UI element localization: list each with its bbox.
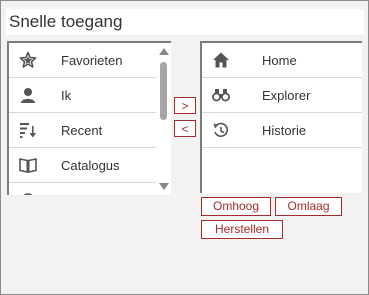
person-icon — [21, 88, 35, 103]
scroll-thumb[interactable] — [160, 62, 167, 120]
list-item-recent[interactable]: Recent — [9, 113, 156, 148]
history-icon — [213, 122, 228, 137]
list-item-favorieten[interactable]: Favorieten — [9, 43, 156, 78]
panel-title: Snelle toegang — [6, 9, 364, 35]
move-up-button[interactable]: Omhoog — [201, 197, 271, 216]
binoculars-icon — [212, 89, 230, 102]
list-item-label: Favorieten — [61, 52, 123, 68]
selected-list[interactable]: Home Explorer Historie — [200, 41, 362, 193]
list-item-home[interactable]: Home — [202, 43, 362, 78]
list-item-catalogus[interactable]: Catalogus — [9, 148, 156, 183]
quick-access-panel: Snelle toegang Favorieten Ik Recent Cata… — [0, 0, 369, 295]
scroll-down-arrow-icon[interactable] — [159, 183, 169, 190]
available-list-scrollbar[interactable] — [156, 43, 171, 195]
list-item-historie[interactable]: Historie — [202, 113, 362, 148]
list-item-label: Catalogus — [61, 157, 120, 173]
list-item-label: Explorer — [262, 87, 311, 103]
book-icon — [19, 158, 37, 173]
home-icon — [213, 52, 229, 68]
move-right-button[interactable]: > — [174, 97, 196, 114]
list-item-ik[interactable]: Ik — [9, 78, 156, 113]
star-icon — [19, 51, 37, 68]
move-down-button[interactable]: Omlaag — [275, 197, 342, 216]
list-item-label: Recent — [61, 122, 103, 138]
partial-icon — [23, 193, 33, 195]
recent-sort-icon — [20, 123, 36, 138]
list-item-label: Ik — [61, 87, 72, 103]
reset-button[interactable]: Herstellen — [201, 220, 283, 239]
list-item-partial[interactable] — [9, 183, 156, 195]
list-item-label: Historie — [262, 122, 307, 138]
available-list[interactable]: Favorieten Ik Recent Catalogus — [7, 41, 171, 195]
scroll-up-arrow-icon[interactable] — [159, 48, 169, 55]
move-left-button[interactable]: < — [174, 120, 196, 137]
list-item-explorer[interactable]: Explorer — [202, 78, 362, 113]
list-item-label: Home — [262, 52, 297, 68]
